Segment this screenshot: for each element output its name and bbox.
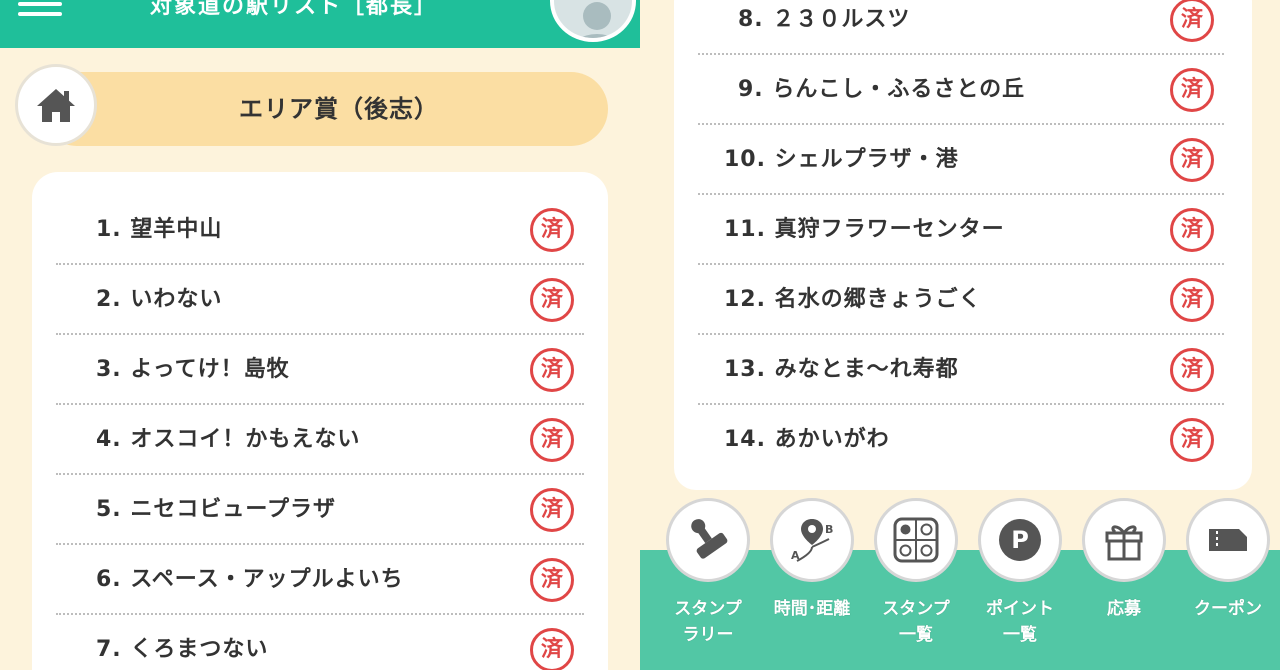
nav-label: クーポン xyxy=(1194,599,1262,619)
stamp-done-icon: 済 xyxy=(1170,278,1214,322)
grid-icon xyxy=(893,517,939,563)
stamp-done-icon: 済 xyxy=(1170,348,1214,392)
right-panel: 8. ２３０ルスツ 済 9. らんこし・ふるさとの丘 済 10. シェルプラザ・… xyxy=(640,0,1280,670)
list-item[interactable]: 11. 真狩フラワーセンター 済 xyxy=(698,195,1224,265)
coupon-icon xyxy=(1209,529,1247,551)
nav-button[interactable] xyxy=(874,498,958,582)
list-item[interactable]: 7. くろまつない 済 xyxy=(56,615,584,670)
stamp-done-icon: 済 xyxy=(1170,208,1214,252)
list-item[interactable]: 1. 望羊中山 済 xyxy=(56,195,584,265)
list-item[interactable]: 8. ２３０ルスツ 済 xyxy=(698,0,1224,55)
stamp-icon xyxy=(691,519,728,559)
route-icon: A B xyxy=(791,519,833,562)
stamp-done-icon: 済 xyxy=(530,278,574,322)
nav-button[interactable]: A B xyxy=(770,498,854,582)
station-name: 1. 望羊中山 xyxy=(96,217,223,242)
svg-text:B: B xyxy=(825,523,833,536)
list-item[interactable]: 14. あかいがわ 済 xyxy=(698,405,1224,475)
nav-coupon[interactable]: クーポン xyxy=(1176,498,1276,668)
nav-button[interactable] xyxy=(1186,498,1270,582)
top-bar: 対象道の駅リスト［都長］ xyxy=(0,0,640,48)
station-name: 10. シェルプラザ・港 xyxy=(724,147,959,172)
stamp-done-icon: 済 xyxy=(530,208,574,252)
home-button[interactable] xyxy=(15,64,97,146)
nav-button[interactable] xyxy=(1082,498,1166,582)
station-name: 8. ２３０ルスツ xyxy=(738,7,911,32)
list-item[interactable]: 2. いわない 済 xyxy=(56,265,584,335)
nav-time-distance[interactable]: A B 時間･距離 xyxy=(760,498,860,668)
nav-button[interactable]: P xyxy=(978,498,1062,582)
station-name: 6. スペース・アップルよいち xyxy=(96,567,404,592)
list-item[interactable]: 10. シェルプラザ・港 済 xyxy=(698,125,1224,195)
station-name: 13. みなとま〜れ寿都 xyxy=(724,357,959,382)
stamp-done-icon: 済 xyxy=(530,418,574,462)
station-list-left: 1. 望羊中山 済 2. いわない 済 3. よってけ！島牧 済 4. オスコイ… xyxy=(32,172,608,670)
nav-label: 応募 xyxy=(1107,599,1141,619)
station-name: 12. 名水の郷きょうごく xyxy=(724,287,982,312)
stamp-done-icon: 済 xyxy=(1170,418,1214,462)
nav-label: スタンプ ラリー xyxy=(674,599,742,645)
page-title: 対象道の駅リスト［都長］ xyxy=(150,0,439,19)
station-name: 2. いわない xyxy=(96,287,223,312)
stamp-done-icon: 済 xyxy=(530,628,574,670)
station-name: 5. ニセコビュープラザ xyxy=(96,497,337,522)
nav-label: 時間･距離 xyxy=(773,599,851,619)
list-item[interactable]: 5. ニセコビュープラザ 済 xyxy=(56,475,584,545)
station-name: 7. くろまつない xyxy=(96,637,269,662)
list-item[interactable]: 12. 名水の郷きょうごく 済 xyxy=(698,265,1224,335)
nav-label: ポイント 一覧 xyxy=(986,599,1054,645)
station-name: 14. あかいがわ xyxy=(724,427,890,452)
nav-point-list[interactable]: P ポイント 一覧 xyxy=(968,498,1068,668)
list-item[interactable]: 4. オスコイ！かもえない 済 xyxy=(56,405,584,475)
page: 対象道の駅リスト［都長］ エリア賞（後志） 1. 望羊中山 済 2. いわない … xyxy=(0,0,1280,670)
nav-stamp-rally[interactable]: スタンプ ラリー xyxy=(656,498,756,668)
nav-apply[interactable]: 応募 xyxy=(1072,498,1172,668)
point-icon: P xyxy=(999,519,1041,561)
station-name: 3. よってけ！島牧 xyxy=(96,357,290,382)
stamp-done-icon: 済 xyxy=(530,558,574,602)
station-name: 4. オスコイ！かもえない xyxy=(96,427,361,452)
list-item[interactable]: 13. みなとま〜れ寿都 済 xyxy=(698,335,1224,405)
area-title: エリア賞（後志） xyxy=(239,95,439,123)
left-panel: 対象道の駅リスト［都長］ エリア賞（後志） 1. 望羊中山 済 2. いわない … xyxy=(0,0,640,670)
gift-icon xyxy=(1105,525,1143,561)
user-icon xyxy=(580,2,614,38)
stamp-done-icon: 済 xyxy=(1170,68,1214,112)
area-banner: エリア賞（後志） xyxy=(40,72,608,146)
nav-stamp-list[interactable]: スタンプ 一覧 xyxy=(864,498,964,668)
home-icon xyxy=(37,89,75,122)
station-name: 11. 真狩フラワーセンター xyxy=(724,217,1005,242)
stamp-done-icon: 済 xyxy=(530,488,574,532)
station-list-right: 8. ２３０ルスツ 済 9. らんこし・ふるさとの丘 済 10. シェルプラザ・… xyxy=(674,0,1252,490)
list-item[interactable]: 3. よってけ！島牧 済 xyxy=(56,335,584,405)
nav-button[interactable] xyxy=(666,498,750,582)
avatar[interactable] xyxy=(550,0,636,42)
list-item[interactable]: 6. スペース・アップルよいち 済 xyxy=(56,545,584,615)
list-item[interactable]: 9. らんこし・ふるさとの丘 済 xyxy=(698,55,1224,125)
stamp-done-icon: 済 xyxy=(1170,138,1214,182)
stamp-done-icon: 済 xyxy=(530,348,574,392)
menu-icon[interactable] xyxy=(18,2,62,16)
stamp-done-icon: 済 xyxy=(1170,0,1214,42)
svg-text:P: P xyxy=(1011,526,1029,554)
nav-label: スタンプ 一覧 xyxy=(882,599,950,645)
station-name: 9. らんこし・ふるさとの丘 xyxy=(738,77,1026,102)
